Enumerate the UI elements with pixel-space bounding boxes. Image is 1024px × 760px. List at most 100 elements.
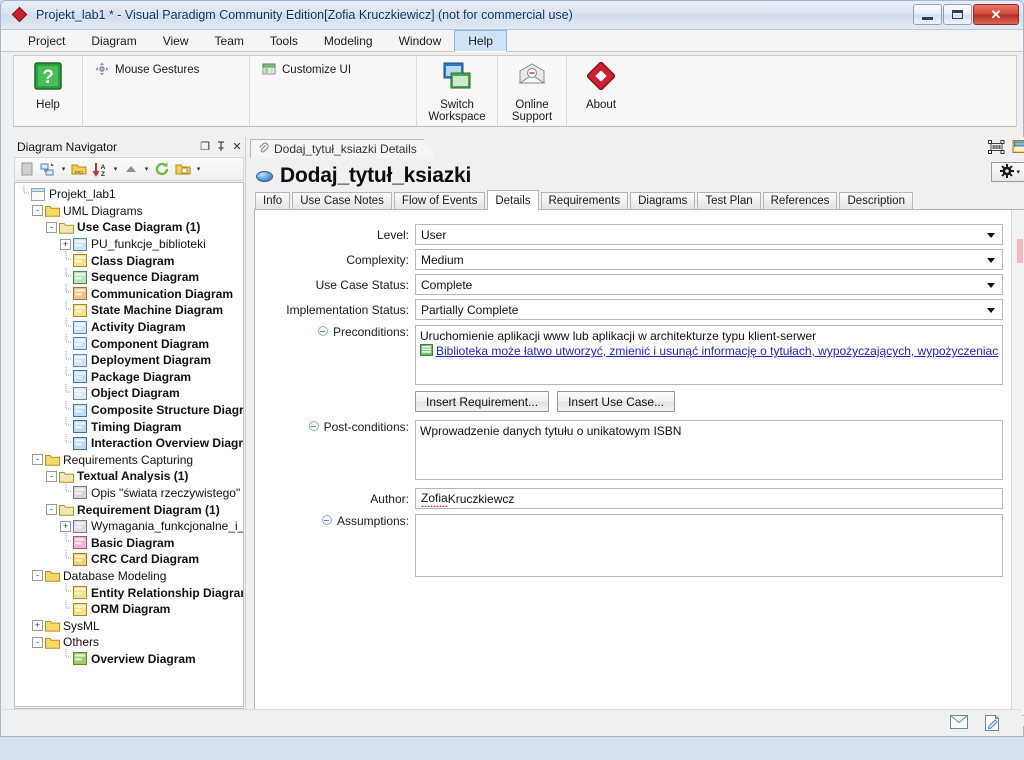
pin-icon[interactable] — [213, 140, 229, 154]
expand-icon[interactable]: + — [60, 238, 71, 250]
dropdown-arrow-icon-1[interactable]: ▾ — [59, 159, 68, 179]
sort-az-icon[interactable]: A Z — [90, 159, 110, 179]
collapse-toggle-icon[interactable] — [317, 326, 328, 336]
new-diagram-icon[interactable] — [38, 159, 58, 179]
tab-details[interactable]: Details — [487, 190, 539, 210]
close-button[interactable]: ✕ — [973, 4, 1019, 25]
dropdown-arrow-icon-4[interactable]: ▾ — [194, 159, 203, 179]
tab-info[interactable]: Info — [255, 192, 291, 209]
page-options-gear-button[interactable]: ▾ — [991, 162, 1024, 182]
tree-item[interactable]: Sequence Diagram — [15, 267, 243, 286]
tree-item[interactable]: + Wymagania_funkcjonalne_i_n — [15, 518, 243, 535]
open-diagram-icon[interactable] — [1012, 139, 1024, 157]
insert-use-case-button[interactable]: Insert Use Case... — [557, 391, 676, 412]
collapse-icon[interactable]: - — [32, 570, 43, 582]
tree-item[interactable]: State Machine Diagram — [15, 300, 243, 319]
tree-item[interactable]: Timing Diagram — [15, 417, 243, 435]
tree-item[interactable]: CRC Card Diagram — [15, 549, 243, 568]
tree-item[interactable]: - UML Diagrams — [15, 203, 243, 220]
folder-new-icon[interactable] — [173, 159, 193, 179]
menu-item-help[interactable]: Help — [454, 30, 507, 52]
tree-item[interactable]: Composite Structure Diagram — [15, 400, 243, 419]
dropdown-arrow-icon-3[interactable]: ▾ — [142, 159, 151, 179]
tree-item[interactable]: Communication Diagram — [15, 284, 243, 303]
collapse-icon[interactable]: - — [46, 221, 57, 233]
collapse-icon[interactable]: - — [32, 205, 43, 217]
menu-item-diagram[interactable]: Diagram — [78, 30, 149, 51]
tree-item[interactable]: - Textual Analysis (1) — [15, 468, 243, 485]
tab-flow-of-events[interactable]: Flow of Events — [393, 192, 486, 209]
tab-references[interactable]: References — [762, 192, 838, 209]
menu-item-window[interactable]: Window — [386, 30, 455, 51]
diagram-tree[interactable]: Projekt_lab1- UML Diagrams - Use Case Diagr… — [14, 182, 244, 707]
tab-use-case-notes[interactable]: Use Case Notes — [292, 192, 392, 209]
assumptions-textarea[interactable] — [415, 514, 1004, 577]
tree-item[interactable]: Opis "świata rzeczywistego" — [15, 483, 243, 502]
customize-ui-button[interactable]: Customize UI — [258, 60, 408, 80]
complexity-combobox[interactable]: Medium — [415, 249, 1004, 270]
author-input[interactable]: Zofia Kruczkiewcz — [415, 488, 1004, 509]
collapse-icon[interactable]: - — [46, 470, 57, 482]
tab-test-plan[interactable]: Test Plan — [697, 192, 761, 209]
document-tab-details[interactable]: Dodaj_tytuł_ksiazki Details — [250, 139, 436, 158]
tree-item[interactable]: - Database Modeling — [15, 568, 243, 585]
expand-icon[interactable]: + — [32, 620, 43, 632]
tree-item[interactable]: Interaction Overview Diagram — [15, 433, 243, 452]
tree-item[interactable]: + PU_funkcje_biblioteki — [15, 236, 243, 253]
tree-item[interactable]: Object Diagram — [15, 383, 243, 402]
implementation-status-combobox[interactable]: Partially Complete — [415, 299, 1004, 320]
collapse-icon[interactable]: - — [46, 504, 57, 516]
insert-requirement-button[interactable]: Insert Requirement... — [415, 391, 550, 412]
menu-item-team[interactable]: Team — [202, 30, 257, 51]
tree-item[interactable]: + SysML — [15, 617, 243, 634]
maximize-button[interactable] — [943, 4, 972, 25]
tree-item[interactable]: - Others — [15, 634, 243, 651]
collapse-up-icon[interactable] — [121, 159, 141, 179]
tree-item[interactable]: Package Diagram — [15, 367, 243, 386]
tree-item[interactable]: - Requirement Diagram (1) — [15, 501, 243, 518]
fit-view-icon[interactable] — [988, 139, 1005, 157]
tree-item[interactable]: Component Diagram — [15, 334, 243, 352]
tree-item[interactable]: Activity Diagram — [15, 317, 243, 336]
collapse-icon[interactable]: - — [32, 636, 43, 648]
tree-item[interactable]: Overview Diagram — [15, 649, 243, 668]
menu-item-project[interactable]: Project — [15, 30, 78, 51]
switch-workspace-button[interactable]: Switch Workspace — [419, 56, 495, 126]
tree-item[interactable]: - Requirements Capturing — [15, 452, 243, 469]
tree-item[interactable]: Class Diagram — [15, 251, 243, 269]
menu-item-view[interactable]: View — [150, 30, 202, 51]
tab-requirements[interactable]: Requirements — [540, 192, 629, 209]
message-envelope-icon[interactable] — [950, 714, 968, 731]
tree-item[interactable]: Projekt_lab1 — [15, 184, 243, 203]
tree-item[interactable]: Entity Relationship Diagram — [15, 583, 243, 601]
use-case-status-combobox[interactable]: Complete — [415, 274, 1004, 295]
tree-item[interactable]: - Use Case Diagram (1) — [15, 219, 243, 236]
tab-description[interactable]: Description — [839, 192, 913, 209]
post-conditions-textarea[interactable]: Wprowadzenie danych tytułu o unikatowym … — [415, 420, 1004, 480]
tab-diagrams[interactable]: Diagrams — [630, 192, 696, 209]
tree-item[interactable]: ORM Diagram — [15, 599, 243, 618]
expand-icon[interactable]: + — [60, 520, 71, 532]
close-icon[interactable]: ✕ — [229, 140, 245, 154]
restore-icon[interactable]: ❐ — [197, 140, 213, 154]
preconditions-textarea[interactable]: Uruchomienie aplikacji www lub aplikacji… — [415, 325, 1004, 385]
preconditions-link-row[interactable]: Biblioteka może łatwo utworzyć, zmienić … — [420, 343, 998, 359]
tree-item[interactable]: Basic Diagram — [15, 533, 243, 551]
edit-note-icon[interactable] — [984, 714, 1002, 731]
tree-item[interactable]: Deployment Diagram — [15, 350, 243, 369]
refresh-icon[interactable] — [152, 159, 172, 179]
minimize-button[interactable] — [913, 4, 942, 25]
collapse-toggle-icon[interactable] — [308, 421, 319, 431]
menu-item-tools[interactable]: Tools — [257, 30, 311, 51]
open-folder-icon[interactable]: PRJ — [69, 159, 89, 179]
mouse-gestures-button[interactable]: Mouse Gestures — [91, 60, 241, 80]
menu-item-modeling[interactable]: Modeling — [311, 30, 386, 51]
preconditions-requirement-link[interactable]: Biblioteka może łatwo utworzyć, zmienić … — [436, 344, 998, 359]
collapse-toggle-icon[interactable] — [321, 515, 332, 525]
dropdown-arrow-icon-2[interactable]: ▾ — [111, 159, 120, 179]
blank-page-icon[interactable] — [17, 159, 37, 179]
online-support-button[interactable]: Online Support — [500, 56, 564, 126]
details-vertical-scrollbar[interactable] — [1011, 210, 1024, 715]
collapse-icon[interactable]: - — [32, 454, 43, 466]
level-combobox[interactable]: User — [415, 224, 1004, 245]
